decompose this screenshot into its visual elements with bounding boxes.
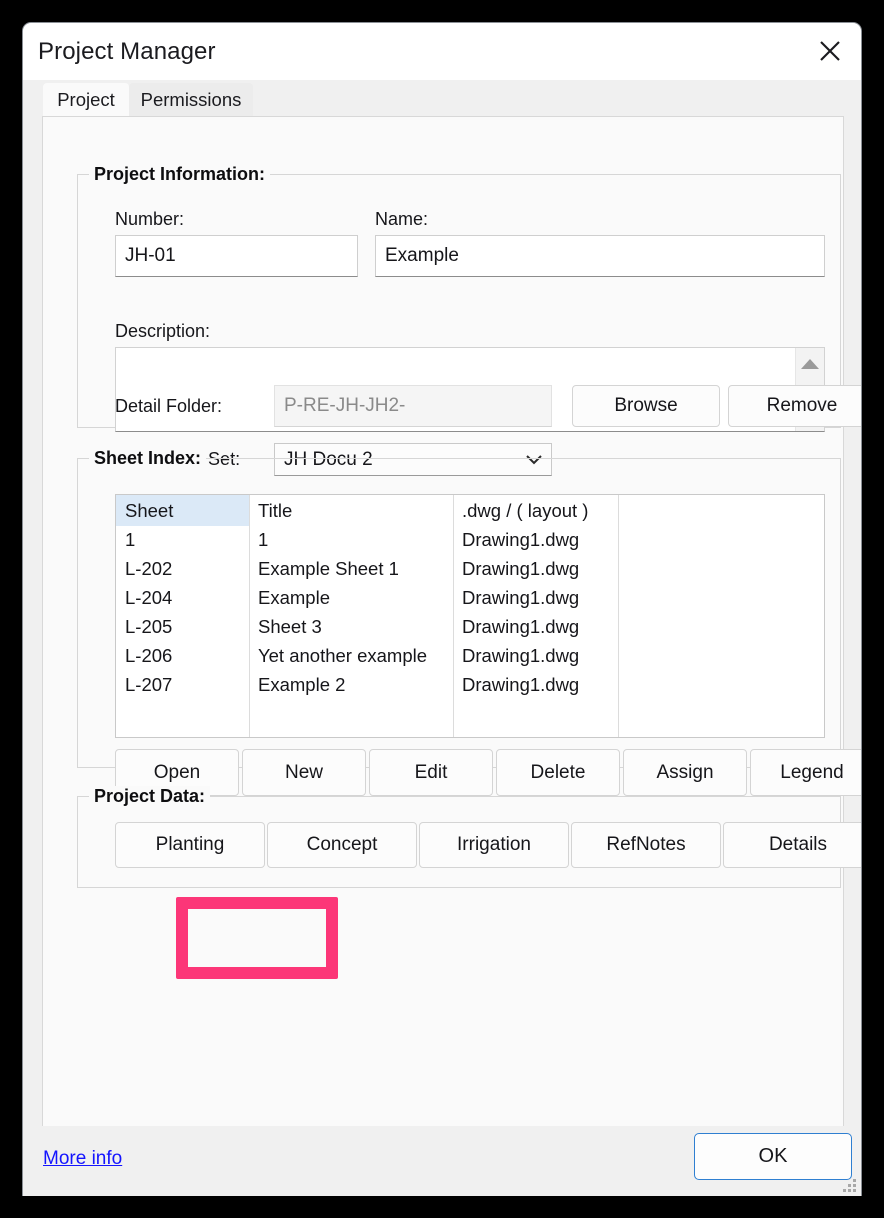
table-row[interactable]: L-206 Yet another example Drawing1.dwg — [116, 642, 824, 671]
ok-button-label: OK — [758, 1145, 788, 1167]
detail-folder-input[interactable] — [274, 385, 552, 427]
dialog-footer: More info OK — [23, 1126, 861, 1196]
cell-title: Yet another example — [258, 645, 428, 666]
edit-button[interactable]: Edit — [369, 749, 493, 796]
cell-sheet: 1 — [125, 529, 136, 550]
number-input[interactable] — [115, 235, 358, 277]
table-header-row: Sheet Title .dwg / ( layout ) — [116, 495, 824, 526]
triangle-up-icon[interactable] — [801, 359, 819, 369]
tab-strip: Project Permissions — [23, 80, 861, 116]
concept-button-label: Concept — [306, 834, 378, 855]
resize-grip-icon[interactable] — [842, 1178, 858, 1194]
concept-button[interactable]: Concept — [267, 822, 417, 868]
sheet-index-legend: Sheet Index: — [89, 448, 207, 469]
irrigation-button-label: Irrigation — [457, 834, 531, 855]
page-title: Project Manager — [38, 38, 216, 65]
ok-button[interactable]: OK — [694, 1133, 852, 1180]
planting-button[interactable]: Planting — [115, 822, 265, 868]
details-button-label: Details — [768, 834, 828, 855]
tab-project[interactable]: Project — [43, 83, 129, 116]
table-row[interactable]: L-204 Example Drawing1.dwg — [116, 584, 824, 613]
table-row[interactable]: L-205 Sheet 3 Drawing1.dwg — [116, 613, 824, 642]
description-label: Description: — [115, 321, 211, 341]
cell-sheet: L-207 — [125, 674, 173, 695]
cell-title: 1 — [258, 529, 269, 550]
open-button-label: Open — [153, 761, 201, 783]
refnotes-button-label: RefNotes — [606, 834, 686, 855]
cell-title: Example — [258, 587, 330, 608]
cell-dwg: Drawing1.dwg — [462, 529, 580, 550]
browse-button-label: Browse — [614, 395, 678, 416]
remove-button-label: Remove — [766, 395, 838, 416]
cell-sheet: L-202 — [125, 558, 173, 579]
tab-project-label: Project — [57, 88, 115, 110]
table-row[interactable]: 1 1 Drawing1.dwg — [116, 526, 824, 555]
project-information-group: Project Information: Number: Name: Descr… — [77, 164, 861, 476]
number-label: Number: — [115, 209, 185, 229]
title-bar: Project Manager — [23, 23, 861, 80]
project-tab-panel: Project Information: Number: Name: Descr… — [42, 116, 861, 1127]
edit-button-label: Edit — [414, 761, 448, 783]
project-data-group: Project Data: Planting Concept Irrigatio… — [77, 786, 861, 888]
cell-title: Example 2 — [258, 674, 346, 695]
legend-button-label: Legend — [780, 761, 844, 783]
cell-dwg: Drawing1.dwg — [462, 616, 580, 637]
remove-button[interactable]: Remove — [728, 385, 861, 427]
tab-permissions-label: Permissions — [140, 88, 242, 110]
cell-dwg: Drawing1.dwg — [462, 645, 580, 666]
refnotes-button[interactable]: RefNotes — [571, 822, 721, 868]
sheet-index-table[interactable]: Sheet Title .dwg / ( layout ) 1 1 Drawin… — [115, 494, 825, 738]
planting-button-label: Planting — [155, 834, 225, 855]
table-header-title[interactable]: Title — [258, 500, 292, 522]
details-button[interactable]: Details — [723, 822, 861, 868]
close-button[interactable] — [807, 29, 853, 73]
table-header-sheet[interactable]: Sheet — [125, 500, 173, 522]
project-information-legend: Project Information: — [89, 164, 271, 185]
detail-folder-label: Detail Folder: — [115, 396, 223, 416]
cell-dwg: Drawing1.dwg — [462, 674, 580, 695]
irrigation-button[interactable]: Irrigation — [419, 822, 569, 868]
cell-dwg: Drawing1.dwg — [462, 558, 580, 579]
cell-sheet: L-206 — [125, 645, 173, 666]
name-input[interactable] — [375, 235, 825, 277]
delete-button[interactable]: Delete — [496, 749, 620, 796]
sheet-index-group: Sheet Index: Sheet Title .dwg / ( layout… — [77, 448, 861, 796]
cell-title: Example Sheet 1 — [258, 558, 399, 579]
browse-button[interactable]: Browse — [572, 385, 720, 427]
project-manager-dialog: Project Manager Project Permissions Proj… — [22, 22, 862, 1196]
tab-permissions[interactable]: Permissions — [129, 83, 253, 116]
new-button[interactable]: New — [242, 749, 366, 796]
new-button-label: New — [284, 761, 323, 783]
close-icon — [817, 38, 843, 64]
cell-sheet: L-204 — [125, 587, 173, 608]
assign-button-label: Assign — [656, 761, 714, 783]
cell-title: Sheet 3 — [258, 616, 322, 637]
name-label: Name: — [375, 209, 429, 229]
more-info-link[interactable]: More info — [43, 1148, 122, 1170]
legend-button[interactable]: Legend — [750, 749, 861, 796]
table-row[interactable]: L-207 Example 2 Drawing1.dwg — [116, 671, 824, 700]
cell-sheet: L-205 — [125, 616, 173, 637]
table-header-dwg[interactable]: .dwg / ( layout ) — [462, 500, 588, 522]
cell-dwg: Drawing1.dwg — [462, 587, 580, 608]
assign-button[interactable]: Assign — [623, 749, 747, 796]
table-row[interactable]: L-202 Example Sheet 1 Drawing1.dwg — [116, 555, 824, 584]
delete-button-label: Delete — [530, 761, 586, 783]
project-data-legend: Project Data: — [89, 786, 211, 807]
